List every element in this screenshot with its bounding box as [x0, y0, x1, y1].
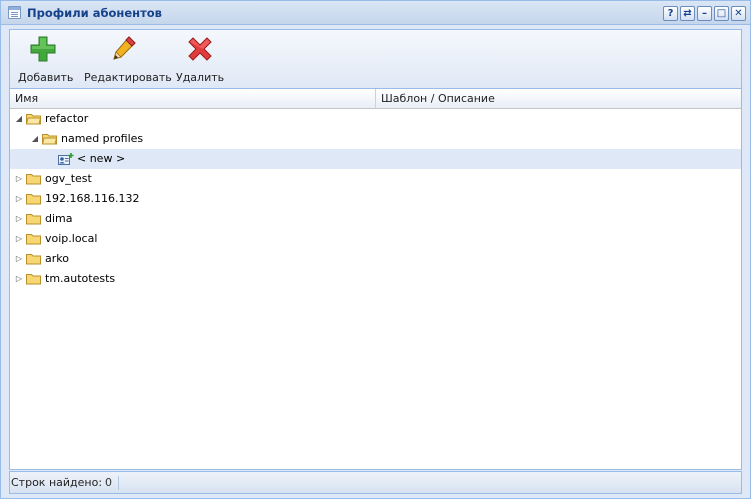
expanded-arrow-icon[interactable]: ◢	[30, 129, 40, 149]
open-folder-icon	[42, 134, 57, 145]
folder-icon	[26, 274, 41, 285]
tree-row-tm-autotests[interactable]: ▷ tm.autotests	[10, 269, 741, 289]
tree-row-refactor[interactable]: ◢ refactor	[10, 109, 741, 129]
tree-row-label: arko	[45, 252, 69, 265]
window-titlebar[interactable]: Профили абонентов ? ⇄ – □ ✕	[1, 1, 750, 25]
tree-row-label: < new >	[77, 152, 126, 165]
folder-icon	[26, 214, 41, 225]
tree-row-voip-local[interactable]: ▷ voip.local	[10, 229, 741, 249]
folder-icon	[26, 194, 41, 205]
tree-row-ogv-test[interactable]: ▷ ogv_test	[10, 169, 741, 189]
rows-found-count: 0	[105, 476, 112, 489]
tree-row-192-168-116-132[interactable]: ▷ 192.168.116.132	[10, 189, 741, 209]
pencil-icon	[113, 36, 136, 60]
window-icon	[8, 6, 21, 19]
maximize-button[interactable]: □	[714, 6, 729, 21]
column-header-template-description[interactable]: Шаблон / Описание	[376, 89, 741, 109]
collapsed-arrow-icon[interactable]: ▷	[14, 189, 24, 209]
refresh-button[interactable]: ⇄	[680, 6, 695, 21]
minimize-button[interactable]: –	[697, 6, 712, 21]
delete-button-label: Удалить	[176, 71, 225, 84]
open-folder-icon	[26, 114, 41, 125]
profile-card-icon	[58, 153, 74, 165]
folder-icon	[26, 234, 41, 245]
help-button[interactable]: ?	[663, 6, 678, 21]
tree-row-label: voip.local	[45, 232, 98, 245]
subscriber-profiles-window: Профили абонентов ? ⇄ – □ ✕ Добавить Ред…	[0, 0, 751, 499]
tree-row-named-profiles[interactable]: ◢ named profiles	[10, 129, 741, 149]
collapsed-arrow-icon[interactable]: ▷	[14, 169, 24, 189]
grid-header: Имя Шаблон / Описание	[10, 89, 741, 109]
red-x-icon	[188, 37, 212, 61]
profiles-tree-grid: Имя Шаблон / Описание ◢ refactor ◢ named…	[9, 88, 742, 470]
toolbar: Добавить Редактировать Удалить	[9, 29, 742, 89]
delete-button[interactable]: Удалить	[176, 34, 224, 84]
column-header-name[interactable]: Имя	[10, 89, 376, 109]
edit-button-label: Редактировать	[84, 71, 172, 84]
tree-row-label: tm.autotests	[45, 272, 116, 285]
green-plus-icon	[30, 36, 56, 62]
status-bar: Строк найдено: 0	[9, 471, 742, 494]
tree-row-new-profile[interactable]: < new >	[10, 149, 741, 169]
tree-body: ◢ refactor ◢ named profiles < new > ▷ og…	[10, 109, 741, 289]
window-tool-buttons: ? ⇄ – □ ✕	[663, 6, 746, 21]
status-separator	[118, 476, 119, 490]
folder-icon	[26, 254, 41, 265]
window-title: Профили абонентов	[27, 6, 162, 20]
folder-icon	[26, 174, 41, 185]
collapsed-arrow-icon[interactable]: ▷	[14, 249, 24, 269]
close-button[interactable]: ✕	[731, 6, 746, 21]
tree-row-label: named profiles	[61, 132, 144, 145]
tree-row-label: ogv_test	[45, 172, 92, 185]
collapsed-arrow-icon[interactable]: ▷	[14, 209, 24, 229]
tree-row-label: 192.168.116.132	[45, 192, 140, 205]
tree-row-label: dima	[45, 212, 73, 225]
add-button[interactable]: Добавить	[18, 34, 74, 84]
edit-button[interactable]: Редактировать	[84, 34, 172, 84]
tree-row-label: refactor	[45, 112, 89, 125]
tree-row-dima[interactable]: ▷ dima	[10, 209, 741, 229]
collapsed-arrow-icon[interactable]: ▷	[14, 229, 24, 249]
tree-row-arko[interactable]: ▷ arko	[10, 249, 741, 269]
add-button-label: Добавить	[18, 71, 74, 84]
expanded-arrow-icon[interactable]: ◢	[14, 109, 24, 129]
collapsed-arrow-icon[interactable]: ▷	[14, 269, 24, 289]
rows-found-label: Строк найдено:	[11, 476, 103, 489]
